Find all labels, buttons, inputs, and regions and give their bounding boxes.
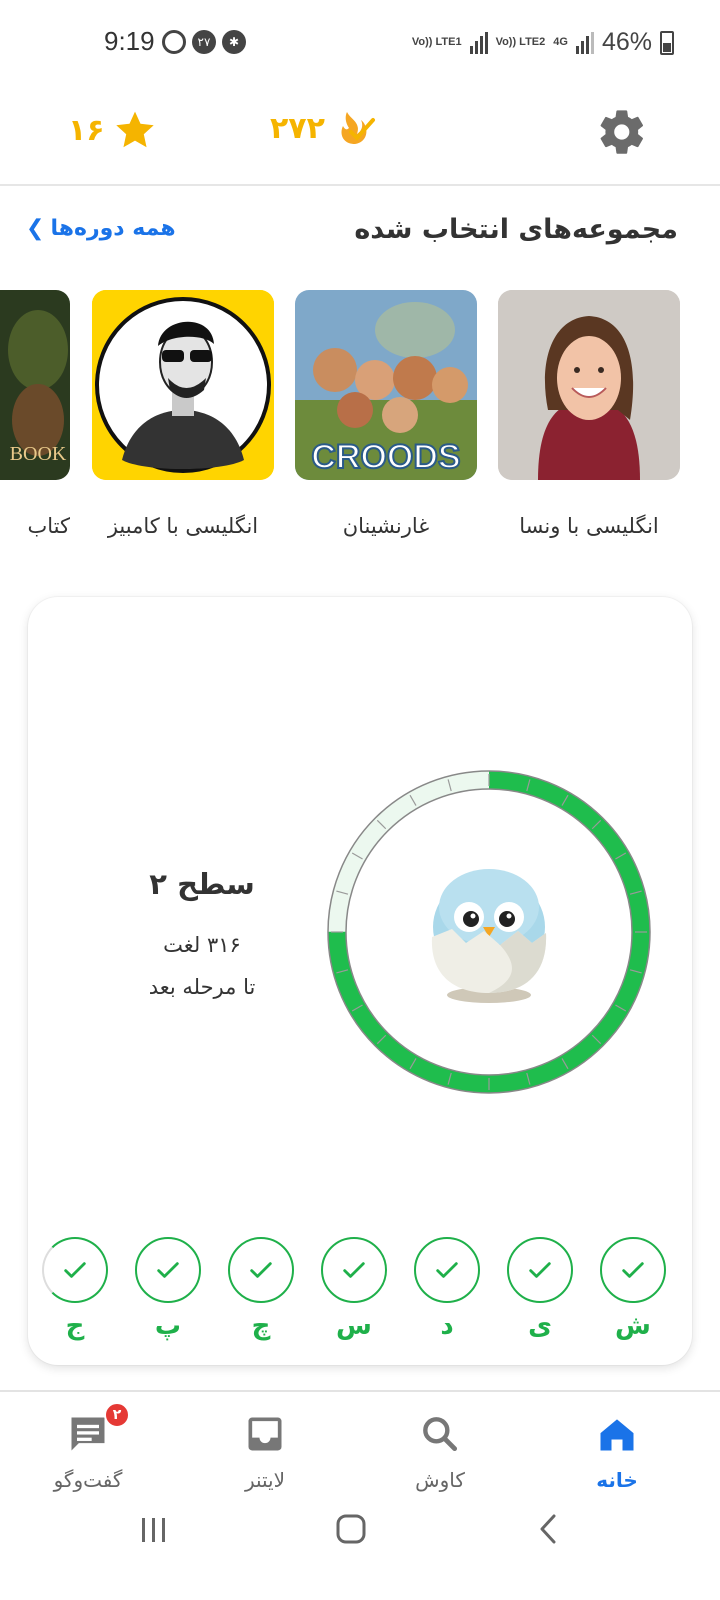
streak-value: ۲۷۲ <box>270 110 325 146</box>
chat-icon <box>71 1417 105 1451</box>
bottom-navigation: خانه کاوش لایتنر ۲ گفت‌وگو <box>0 1390 720 1500</box>
signal2-icon <box>575 31 594 54</box>
nav-explore[interactable]: کاوش <box>380 1410 500 1492</box>
next-stage-label: تا مرحله بعد <box>148 975 256 999</box>
letter-label: د <box>440 1311 454 1341</box>
nav-chat-label: گفت‌وگو <box>53 1468 123 1492</box>
course-thumbnail <box>92 290 274 480</box>
nav-leitner-label: لایتنر <box>244 1468 286 1492</box>
croods-title: CROODS <box>311 438 460 476</box>
status-notification-icons: ۲۷ ✱ <box>162 30 246 54</box>
network-type-icon: 4G <box>553 36 568 48</box>
course-card[interactable]: CROODS غارنشینان <box>295 290 477 538</box>
streak-counter[interactable]: ۲۷۲ <box>270 108 377 148</box>
battery-percent: 46% <box>601 28 652 56</box>
check-circle-icon <box>42 1237 108 1303</box>
letter-check-item[interactable]: س <box>321 1237 387 1341</box>
letter-label: پ <box>154 1311 182 1341</box>
search-icon <box>423 1417 458 1452</box>
home-button-icon[interactable] <box>334 1512 368 1546</box>
man-illustration-image <box>92 290 274 480</box>
jungle-book-poster-image: BOOK <box>0 290 70 480</box>
course-label: انگلیسی با کامبیز <box>107 514 259 538</box>
letter-check-item[interactable]: ش <box>600 1237 666 1341</box>
top-app-bar: ۱۶ ۲۷۲ <box>0 86 720 186</box>
letter-check-item[interactable]: چ <box>228 1237 294 1341</box>
level-title: سطح ۲ <box>149 867 255 901</box>
back-icon[interactable] <box>534 1512 562 1546</box>
sim1-icon: Vo)) LTE1 <box>411 36 462 48</box>
level-progress-ring <box>327 770 651 1094</box>
section-title: مجموعه‌های انتخاب شده <box>354 214 678 245</box>
letter-label: ی <box>528 1311 552 1341</box>
settings-gear-icon[interactable] <box>596 106 648 158</box>
course-card[interactable]: انگلیسی با ونسا <box>498 290 680 538</box>
nav-leitner[interactable]: لایتنر <box>205 1410 325 1492</box>
all-courses-link[interactable]: ❮ همه دوره‌ها <box>26 216 176 241</box>
check-circle-icon <box>414 1237 480 1303</box>
nav-home-label: خانه <box>596 1468 638 1492</box>
letter-label: ج <box>65 1311 85 1341</box>
nav-explore-label: کاوش <box>415 1468 465 1492</box>
recent-apps-icon[interactable] <box>138 1514 170 1546</box>
owl-egg-icon <box>431 869 547 1003</box>
streak-flame-icon <box>341 112 375 144</box>
check-circle-icon <box>228 1237 294 1303</box>
nav-chat[interactable]: ۲ گفت‌وگو <box>28 1402 148 1492</box>
words-remaining: ۳۱۶ لغت <box>163 933 241 957</box>
sim2-icon: Vo)) LTE2 <box>495 36 546 48</box>
inbox-icon <box>248 1417 282 1451</box>
level-card[interactable]: سطح ۲ ۳۱۶ لغت تا مرحله بعد ش ی د س چ پ ج <box>28 597 692 1365</box>
status-bar: 9:19 ۲۷ ✱ Vo)) LTE1 Vo)) LTE2 4G 46% <box>0 0 720 86</box>
stars-counter[interactable]: ۱۶ <box>68 108 157 152</box>
course-label: انگلیسی با ونسا <box>519 514 659 538</box>
notification-count-icon: ۲۷ <box>192 30 216 54</box>
notification-icon <box>162 30 186 54</box>
check-circle-icon <box>507 1237 573 1303</box>
letter-check-item[interactable]: ج <box>42 1237 108 1341</box>
letter-check-item[interactable]: ی <box>507 1237 573 1341</box>
all-courses-label: همه دوره‌ها <box>50 216 176 241</box>
course-label: غارنشینان <box>342 514 430 538</box>
poster-title: BOOK <box>10 443 67 465</box>
status-time: 9:19 <box>104 26 155 56</box>
letter-check-item[interactable]: د <box>414 1237 480 1341</box>
course-label: کتاب <box>27 514 70 538</box>
course-thumbnail: BOOK <box>0 290 70 480</box>
letter-check-item[interactable]: پ <box>135 1237 201 1341</box>
course-thumbnail: CROODS <box>295 290 477 480</box>
letter-checklist: ش ی د س چ پ ج <box>40 1237 680 1347</box>
app-notification-icon: ✱ <box>222 30 246 54</box>
battery-icon <box>660 30 674 55</box>
star-icon <box>115 111 154 148</box>
status-right: Vo)) LTE1 Vo)) LTE2 4G 46% <box>412 28 674 57</box>
check-circle-icon <box>600 1237 666 1303</box>
course-thumbnail <box>498 290 680 480</box>
nav-home[interactable]: خانه <box>557 1410 677 1492</box>
letter-label: س <box>336 1311 372 1341</box>
letter-label: چ <box>251 1311 271 1341</box>
chevron-left-icon: ❮ <box>26 216 45 241</box>
check-circle-icon <box>321 1237 387 1303</box>
course-card[interactable]: انگلیسی با کامبیز <box>92 290 274 538</box>
course-card[interactable]: BOOK کتاب <box>0 290 70 538</box>
chat-badge: ۲ <box>104 1402 130 1428</box>
croods-poster-image: CROODS <box>295 290 477 480</box>
system-navigation-bar <box>0 1500 720 1600</box>
signal1-icon <box>469 31 488 54</box>
woman-portrait-image <box>498 290 680 480</box>
home-icon <box>600 1419 634 1451</box>
stars-value: ۱۶ <box>68 112 105 148</box>
letter-label: ش <box>615 1311 651 1341</box>
check-circle-icon <box>135 1237 201 1303</box>
course-carousel[interactable]: انگلیسی با ونسا CROODS غارنشینان انگلیسی… <box>0 290 720 550</box>
